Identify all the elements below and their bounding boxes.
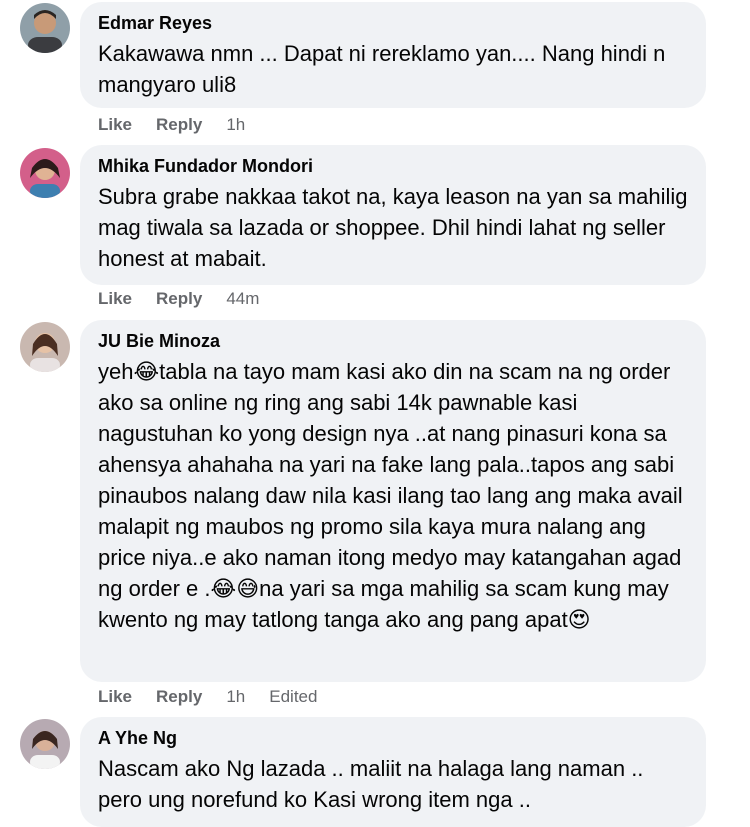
avatar[interactable] — [20, 719, 70, 769]
reply-button[interactable]: Reply — [156, 687, 202, 707]
reply-button[interactable]: Reply — [156, 289, 202, 309]
comment-author[interactable]: Edmar Reyes — [98, 12, 688, 34]
like-button[interactable]: Like — [98, 115, 132, 135]
comment-bubble: JU Bie Minoza yeh😂tabla na tayo mam kasi… — [80, 320, 706, 682]
comment-author[interactable]: A Yhe Ng — [98, 727, 688, 749]
edited-label[interactable]: Edited — [269, 687, 317, 707]
comment-text: Subra grabe nakkaa takot na, kaya leason… — [98, 184, 688, 271]
comment-bubble: A Yhe Ng Nascam ako Ng lazada .. maliit … — [80, 717, 706, 827]
avatar[interactable] — [20, 148, 70, 198]
reply-button[interactable]: Reply — [156, 115, 202, 135]
comment-timestamp[interactable]: 1h — [226, 687, 245, 707]
comment-timestamp[interactable]: 44m — [226, 289, 259, 309]
comment-actions: Like Reply 1h — [98, 115, 269, 135]
comment-bubble: Mhika Fundador Mondori Subra grabe nakka… — [80, 145, 706, 285]
comment-text: yeh😂tabla na tayo mam kasi ako din na sc… — [98, 359, 683, 632]
comment-text: Kakawawa nmn ... Dapat ni rereklamo yan.… — [98, 41, 666, 97]
avatar[interactable] — [20, 3, 70, 53]
like-button[interactable]: Like — [98, 289, 132, 309]
avatar[interactable] — [20, 322, 70, 372]
comment-author[interactable]: Mhika Fundador Mondori — [98, 155, 688, 177]
comment-timestamp[interactable]: 1h — [226, 115, 245, 135]
like-button[interactable]: Like — [98, 687, 132, 707]
comment-bubble: Edmar Reyes Kakawawa nmn ... Dapat ni re… — [80, 2, 706, 108]
comment-author[interactable]: JU Bie Minoza — [98, 330, 688, 352]
comment-text: Nascam ako Ng lazada .. maliit na halaga… — [98, 756, 644, 812]
comment-actions: Like Reply 44m — [98, 289, 283, 309]
comment-actions: Like Reply 1h Edited — [98, 687, 317, 707]
